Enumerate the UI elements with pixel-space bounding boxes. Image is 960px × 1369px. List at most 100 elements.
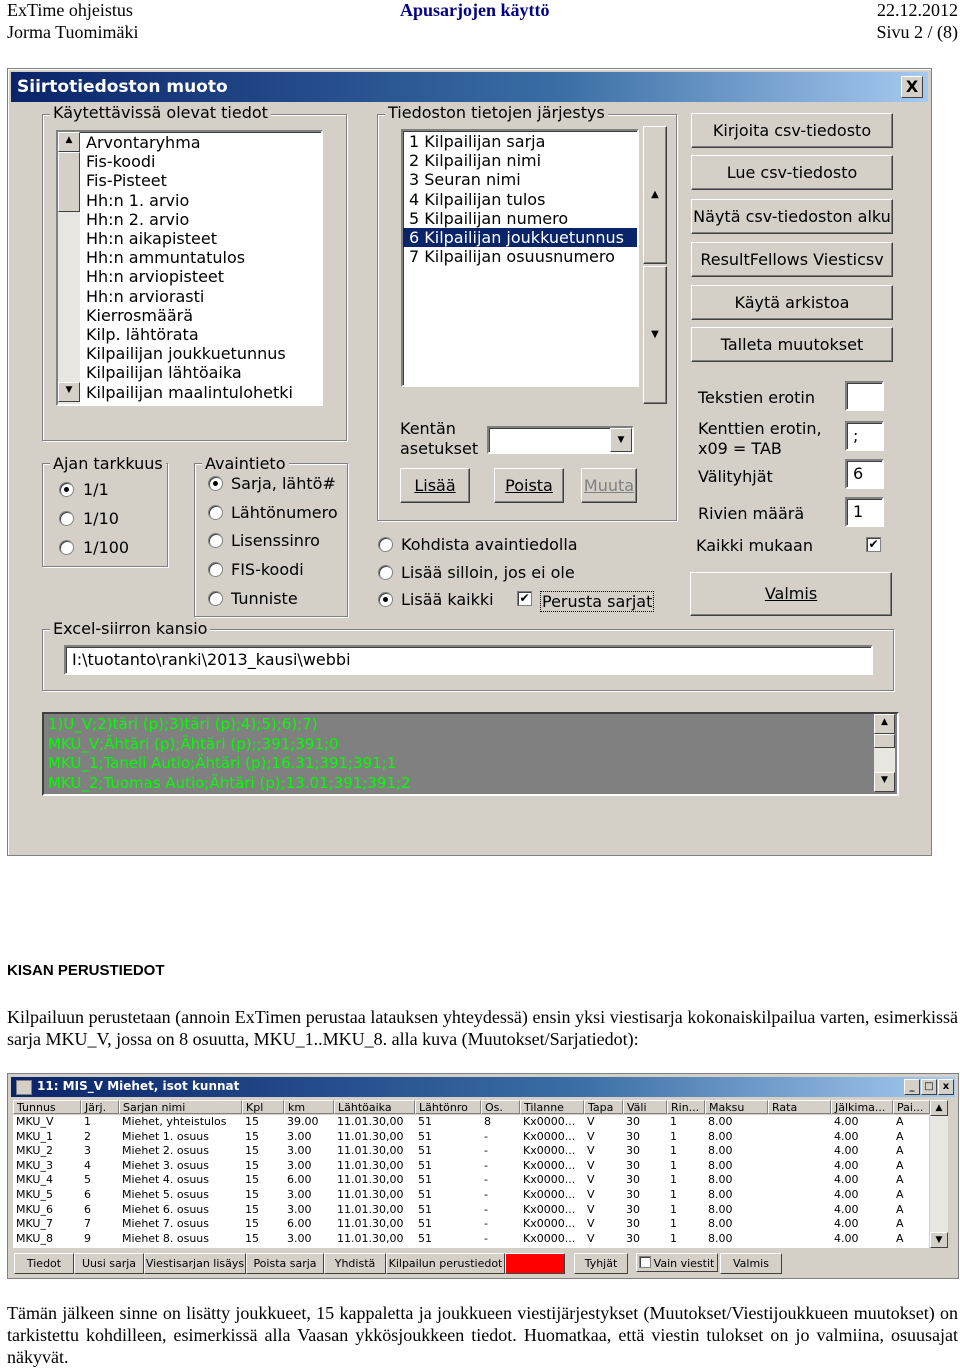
table-row[interactable]: MKU_7 7 Miehet 7. osuus 15 6.00 11.01.30,00 51…: [13, 1217, 929, 1232]
list-item[interactable]: Kilpailijan maalintulohetki: [80, 383, 293, 402]
list-item[interactable]: 2 Kilpailijan nimi: [403, 151, 637, 170]
toolbar-button[interactable]: Yhdistä: [324, 1253, 386, 1274]
match-option-radio[interactable]: [378, 565, 393, 580]
move-up-button[interactable]: ▲: [643, 126, 667, 264]
table-row[interactable]: MKU_4 5 Miehet 4. osuus 15 6.00 11.01.30,00 51…: [13, 1173, 929, 1188]
column-header[interactable]: Pai...: [893, 1100, 930, 1114]
csv-preview-scrollbar[interactable]: ▲ ▼: [874, 714, 895, 792]
toolbar-button[interactable]: Kilpailun perustiedot: [386, 1253, 505, 1274]
create-classes-label[interactable]: Perusta sarjat: [540, 591, 655, 612]
list-item[interactable]: 7 Kilpailijan osuusnumero: [403, 247, 637, 266]
table-row[interactable]: MKU_6 6 Miehet 6. osuus 15 3.00 11.01.30,00 51…: [13, 1203, 929, 1218]
column-header[interactable]: km: [284, 1100, 334, 1114]
toolbar-button[interactable]: Tiedot: [14, 1253, 74, 1274]
maximize-icon[interactable]: □: [921, 1079, 937, 1095]
toolbar-button[interactable]: Uusi sarja: [74, 1253, 144, 1274]
action-button[interactable]: Talleta muutokset: [691, 327, 893, 362]
minimize-icon[interactable]: _: [904, 1079, 920, 1095]
action-button[interactable]: ResultFellows Viesticsv: [691, 242, 893, 277]
scroll-thumb[interactable]: [874, 734, 895, 748]
done-button[interactable]: Valmis: [690, 572, 892, 616]
list-item[interactable]: Hh:n 2. arvio: [80, 210, 293, 229]
list-item[interactable]: Hh:n ammuntatulos: [80, 248, 293, 267]
field-settings-dropdown[interactable]: ▼: [487, 426, 634, 454]
column-header[interactable]: Maksu: [705, 1100, 768, 1114]
scroll-thumb[interactable]: [58, 152, 80, 212]
column-header[interactable]: Väli: [623, 1100, 667, 1114]
key-option-radio[interactable]: [208, 505, 223, 520]
list-item[interactable]: Kilp. lähtörata: [80, 325, 293, 344]
column-header[interactable]: Kpl: [242, 1100, 284, 1114]
list-item[interactable]: Hh:n arviorasti: [80, 287, 293, 306]
column-header[interactable]: Tapa: [584, 1100, 623, 1114]
close-icon[interactable]: X: [901, 76, 923, 98]
key-option-radio[interactable]: [208, 562, 223, 577]
toolbar-button[interactable]: Viestisarjan lisäys: [144, 1253, 246, 1274]
table-row[interactable]: MKU_8 9 Miehet 8. osuus 15 3.00 11.01.30,00 51…: [13, 1232, 929, 1247]
rows-input[interactable]: 1: [845, 497, 884, 527]
include-all-checkbox[interactable]: ✔: [866, 537, 881, 552]
close-icon[interactable]: x: [938, 1079, 954, 1095]
action-button[interactable]: Kirjoita csv-tiedosto: [691, 113, 893, 148]
class-table[interactable]: MKU_V 1 Miehet, yhteistulos 15 39.00 11.01.30…: [13, 1115, 929, 1248]
scroll-up-icon[interactable]: ▲: [874, 714, 895, 734]
scroll-down-icon[interactable]: ▼: [930, 1232, 948, 1248]
column-header[interactable]: Os.: [481, 1100, 520, 1114]
list-item[interactable]: Kilpailijan joukkuetunnus: [80, 344, 293, 363]
column-header[interactable]: Järj.: [81, 1100, 119, 1114]
column-header[interactable]: Jälkima...: [831, 1100, 893, 1114]
column-header[interactable]: Lähtönro: [415, 1100, 481, 1114]
table-row[interactable]: MKU_V 1 Miehet, yhteistulos 15 39.00 11.01.30…: [13, 1115, 929, 1130]
toolbar-button[interactable]: Tyhjät: [574, 1253, 628, 1274]
list-item[interactable]: Hh:n 1. arvio: [80, 191, 293, 210]
field-separator-input[interactable]: ;: [845, 421, 884, 451]
key-option-radio[interactable]: [208, 533, 223, 548]
list-item[interactable]: Fis-koodi: [80, 152, 293, 171]
text-separator-input[interactable]: [845, 381, 884, 411]
chevron-down-icon[interactable]: ▼: [610, 428, 632, 452]
column-header[interactable]: Lähtöaika: [334, 1100, 415, 1114]
table-scrollbar[interactable]: ▲ ▼: [930, 1100, 948, 1248]
table-row[interactable]: MKU_1 2 Miehet 1. osuus 15 3.00 11.01.30,00 51…: [13, 1130, 929, 1145]
file-order-list[interactable]: 1 Kilpailijan sarja 2 Kilpailijan nimi 3 S…: [401, 129, 639, 387]
available-fields-scrollbar[interactable]: ▲ ▼: [58, 132, 80, 404]
column-header[interactable]: Tilanne: [520, 1100, 584, 1114]
add-button[interactable]: Lisää: [400, 468, 470, 503]
action-button[interactable]: Käytä arkistoa: [691, 285, 893, 320]
time-option-radio[interactable]: [59, 511, 74, 526]
csv-preview[interactable]: 1)U_V;2)täri (p);3)täri (p);4);5);6);7) M…: [42, 712, 899, 796]
list-item[interactable]: 6 Kilpailijan joukkuetunnus: [403, 228, 637, 248]
time-option-radio[interactable]: [59, 482, 74, 497]
key-option-radio[interactable]: [208, 476, 223, 491]
scroll-up-icon[interactable]: ▲: [930, 1100, 948, 1116]
scroll-down-icon[interactable]: ▼: [58, 382, 80, 402]
list-item[interactable]: 5 Kilpailijan numero: [403, 209, 637, 228]
excel-folder-input[interactable]: I:\tuotanto\ranki\2013_kausi\webbi: [64, 645, 873, 675]
available-fields-list[interactable]: ▲ ▼ Arvontaryhma Fis-koodi Fis-Pisteet Hh:n…: [56, 130, 323, 406]
list-item[interactable]: 4 Kilpailijan tulos: [403, 190, 637, 209]
color-swatch-button[interactable]: [505, 1253, 565, 1274]
column-header[interactable]: Rin...: [667, 1100, 705, 1114]
list-item[interactable]: Hh:n aikapisteet: [80, 229, 293, 248]
column-header[interactable]: Rata: [768, 1100, 831, 1114]
key-option-radio[interactable]: [208, 591, 223, 606]
table-row[interactable]: MKU_2 3 Miehet 2. osuus 15 3.00 11.01.30,00 51…: [13, 1144, 929, 1159]
spaces-input[interactable]: 6: [845, 459, 884, 489]
remove-button[interactable]: Poista: [494, 468, 564, 503]
move-down-button[interactable]: ▼: [643, 266, 667, 404]
list-item[interactable]: Kierrosmäärä: [80, 306, 293, 325]
scroll-up-icon[interactable]: ▲: [58, 132, 80, 152]
column-header[interactable]: Sarjan nimi: [119, 1100, 242, 1114]
create-classes-checkbox[interactable]: ✔: [517, 591, 532, 606]
list-item[interactable]: 3 Seuran nimi: [403, 170, 637, 189]
column-header[interactable]: Tunnus: [13, 1100, 81, 1114]
action-button[interactable]: Näytä csv-tiedoston alku: [691, 199, 893, 234]
list-item[interactable]: Kilpailijan lähtöaika: [80, 363, 293, 382]
change-button[interactable]: Muuta: [581, 468, 637, 503]
table-row[interactable]: MKU_3 4 Miehet 3. osuus 15 3.00 11.01.30,00 51…: [13, 1159, 929, 1174]
table-row[interactable]: MKU_5 6 Miehet 5. osuus 15 3.00 11.01.30,00 51…: [13, 1188, 929, 1203]
match-option-radio[interactable]: [378, 592, 393, 607]
scroll-down-icon[interactable]: ▼: [874, 772, 895, 792]
time-option-radio[interactable]: [59, 540, 74, 555]
list-item[interactable]: 1 Kilpailijan sarja: [403, 132, 637, 151]
